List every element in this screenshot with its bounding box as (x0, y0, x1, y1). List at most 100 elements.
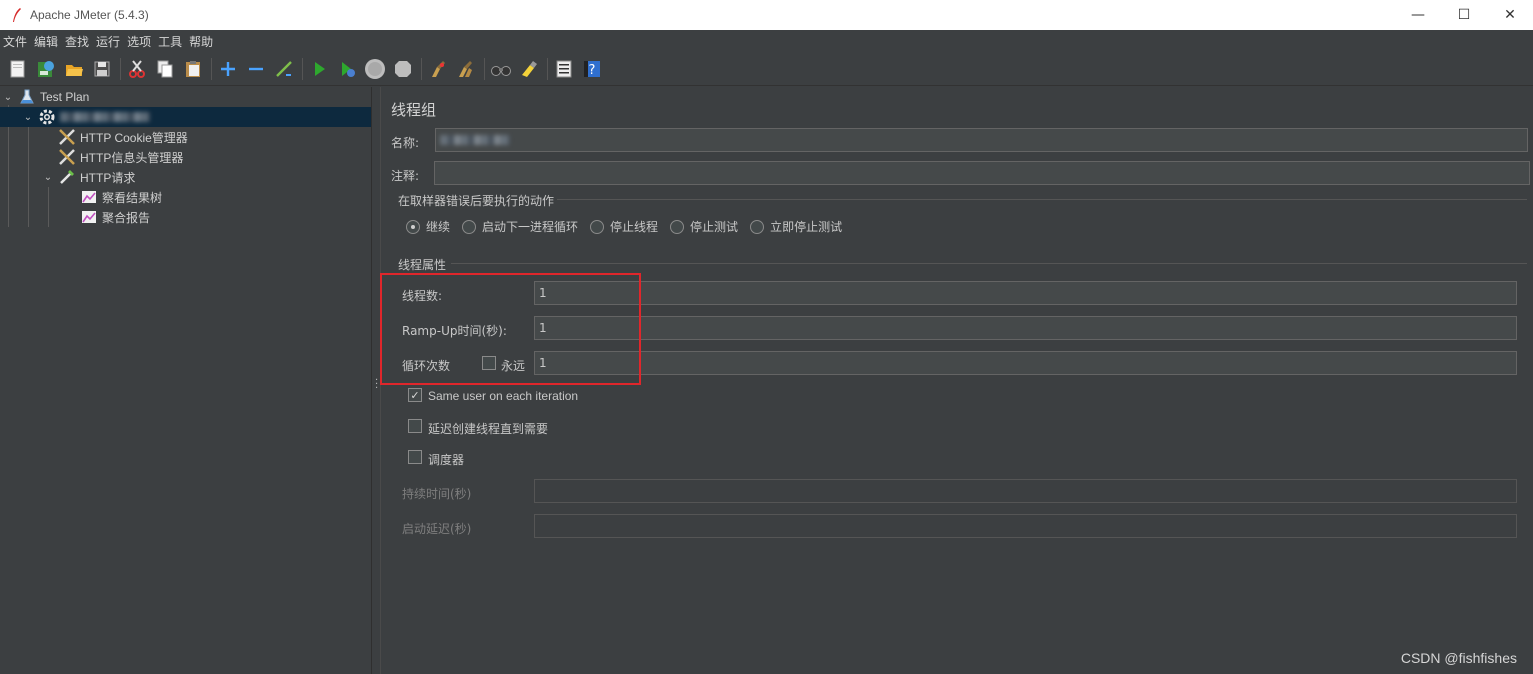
splitter-grip-icon: · · · (375, 375, 379, 394)
templates-icon[interactable] (34, 57, 58, 81)
tree-guide-line (28, 127, 29, 227)
toolbar-separator (302, 57, 303, 80)
title-bar: Apache JMeter (5.4.3) — ☐ ✕ (0, 0, 1533, 30)
tree-item-thread-group[interactable]: ⌄ (0, 107, 371, 127)
clear-all-icon[interactable] (454, 57, 478, 81)
threads-field[interactable]: 1 (534, 281, 1517, 305)
collapse-icon[interactable] (244, 57, 268, 81)
name-field[interactable] (435, 128, 1528, 152)
threads-label: 线程数: (402, 289, 443, 303)
tree-item-http-request[interactable]: ⌄ HTTP请求 (42, 167, 135, 187)
radio-stop-test[interactable] (670, 219, 685, 234)
close-button[interactable]: ✕ (1487, 0, 1533, 30)
panel-splitter[interactable]: · · · (371, 87, 381, 674)
menu-run[interactable]: 运行 (96, 33, 120, 50)
toggle-icon[interactable] (272, 57, 296, 81)
scheduler-checkbox[interactable] (408, 450, 422, 464)
radio-label: 停止线程 (610, 220, 659, 234)
rampup-label: Ramp-Up时间(秒): (402, 324, 507, 338)
toolbar-separator (211, 57, 212, 80)
chevron-down-icon[interactable]: ⌄ (42, 172, 54, 183)
scheduler-label: 调度器 (428, 453, 465, 467)
test-plan-tree: ⌄ Test Plan ⌄ HTTP Cookie管理器 HTTP信息头管理器 … (0, 87, 371, 674)
gear-icon (38, 108, 56, 126)
toolbar-separator (484, 57, 485, 80)
comment-field[interactable] (434, 161, 1530, 185)
start-no-pauses-icon[interactable] (335, 57, 359, 81)
expand-icon[interactable] (216, 57, 240, 81)
tree-guide-line (48, 187, 49, 227)
section-divider (451, 263, 1527, 264)
open-icon[interactable] (62, 57, 86, 81)
section-divider (557, 199, 1527, 200)
clear-icon[interactable] (426, 57, 450, 81)
startup-delay-label: 启动延迟(秒) (402, 522, 472, 536)
sampler-error-section-title: 在取样器错误后要执行的动作 (398, 194, 555, 208)
tree-item-cookie-manager[interactable]: HTTP Cookie管理器 (58, 127, 188, 147)
name-label: 名称: (391, 136, 420, 150)
forever-checkbox[interactable] (482, 356, 496, 370)
chevron-down-icon[interactable]: ⌄ (2, 92, 14, 103)
watermark: CSDN @fishfishes (1400, 650, 1517, 666)
radio-stop-test-now[interactable] (750, 219, 765, 234)
save-icon[interactable] (90, 57, 114, 81)
search-icon[interactable] (489, 57, 513, 81)
menu-edit[interactable]: 编辑 (34, 33, 58, 50)
startup-delay-field[interactable] (534, 514, 1517, 538)
comment-label: 注释: (391, 169, 420, 183)
radio-label: 停止测试 (690, 220, 739, 234)
pipette-icon (58, 168, 76, 186)
tree-item-label: 聚合报告 (102, 210, 151, 225)
same-user-checkbox[interactable]: ✓ (408, 388, 422, 402)
start-icon[interactable] (307, 57, 331, 81)
wrench-icon (58, 148, 76, 166)
function-helper-icon[interactable] (552, 57, 576, 81)
tree-item-header-manager[interactable]: HTTP信息头管理器 (58, 147, 183, 167)
toolbar-separator (421, 57, 422, 80)
forever-label: 永远 (501, 359, 526, 373)
reset-search-icon[interactable] (517, 57, 541, 81)
tree-item-label: HTTP Cookie管理器 (80, 130, 188, 145)
wrench-icon (58, 128, 76, 146)
radio-stop-thread[interactable] (590, 219, 605, 234)
graph-icon (80, 208, 98, 226)
stop-icon[interactable] (363, 57, 387, 81)
delay-thread-creation-checkbox[interactable] (408, 419, 422, 433)
tree-item-aggregate-report[interactable]: 聚合报告 (80, 207, 150, 227)
menu-search[interactable]: 查找 (65, 33, 89, 50)
radio-continue[interactable] (406, 219, 420, 234)
chevron-down-icon[interactable]: ⌄ (22, 112, 34, 123)
toolbar-separator (120, 57, 121, 80)
new-icon[interactable] (6, 57, 30, 81)
shutdown-icon[interactable] (391, 57, 415, 81)
maximize-button[interactable]: ☐ (1441, 0, 1487, 30)
same-user-label: Same user on each iteration (428, 389, 579, 403)
menu-options[interactable]: 选项 (127, 33, 151, 50)
radio-start-next-loop[interactable] (462, 219, 477, 234)
window-title: Apache JMeter (5.4.3) (30, 8, 149, 22)
tree-item-label: Test Plan (40, 90, 90, 104)
tree-item-label: 察看结果树 (102, 190, 163, 205)
redacted-name (440, 135, 510, 145)
menu-tools[interactable]: 工具 (158, 33, 182, 50)
copy-icon[interactable] (153, 57, 177, 81)
redacted-name (60, 112, 150, 122)
radio-label: 立即停止测试 (770, 220, 843, 234)
tree-item-label: HTTP请求 (80, 170, 136, 185)
duration-field[interactable] (534, 479, 1517, 503)
tree-item-view-results-tree[interactable]: 察看结果树 (80, 187, 162, 207)
menu-help[interactable]: 帮助 (189, 33, 213, 50)
minimize-button[interactable]: — (1395, 0, 1441, 30)
delay-thread-creation-label: 延迟创建线程直到需要 (428, 422, 549, 436)
svg-text:?: ? (589, 63, 596, 78)
tree-item-test-plan[interactable]: ⌄ Test Plan (2, 87, 371, 107)
jmeter-feather-icon (13, 8, 21, 22)
rampup-field[interactable]: 1 (534, 316, 1517, 340)
cut-icon[interactable] (125, 57, 149, 81)
paste-icon[interactable] (181, 57, 205, 81)
help-icon[interactable]: ? (580, 57, 604, 81)
menu-file[interactable]: 文件 (3, 33, 27, 50)
loop-count-field[interactable]: 1 (534, 351, 1517, 375)
graph-icon (80, 188, 98, 206)
radio-label: 启动下一进程循环 (482, 220, 579, 234)
